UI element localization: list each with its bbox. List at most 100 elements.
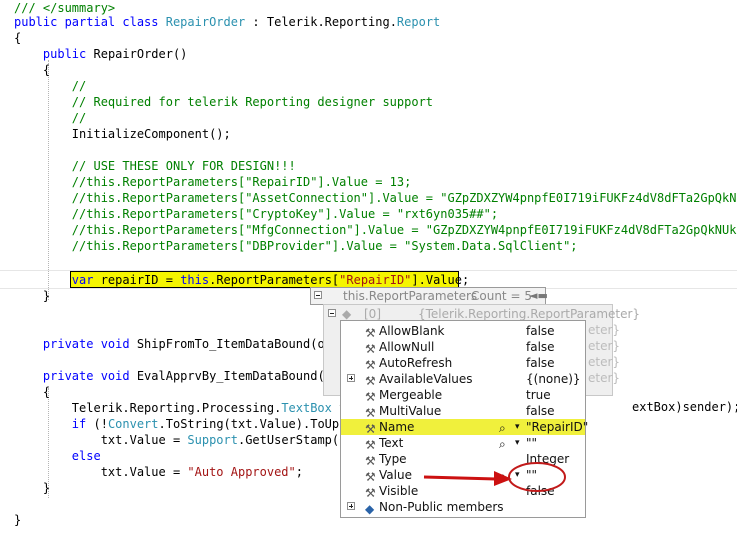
code-token: .ToString(txt.Value).ToUppe bbox=[158, 417, 354, 431]
code-token: { bbox=[14, 385, 51, 399]
code-line: Telerik.Reporting.Processing.TextBox txt bbox=[14, 400, 361, 416]
property-wrench-icon: ⚒ bbox=[365, 422, 376, 436]
code-token: /// </summary> bbox=[14, 1, 116, 15]
code-fragment-right: extBox)sender); bbox=[632, 400, 737, 414]
property-row[interactable]: ⚒ Name ⌕ ▾ "RepairID" bbox=[341, 419, 588, 436]
ghost-value: eter} bbox=[588, 339, 621, 353]
property-row[interactable]: ⚒ Text ⌕ ▾ "" bbox=[341, 435, 585, 452]
property-row[interactable]: ⚒ AllowBlank false bbox=[341, 323, 585, 340]
code-token: { bbox=[14, 63, 51, 77]
property-name: Non-Public members bbox=[379, 500, 504, 514]
collapse-icon[interactable] bbox=[314, 291, 322, 299]
code-line: { bbox=[14, 30, 21, 46]
property-wrench-icon: ⚒ bbox=[365, 486, 376, 500]
class-icon: ◆ bbox=[365, 502, 375, 516]
property-value[interactable]: false bbox=[526, 403, 555, 419]
property-row[interactable]: ⚒ AvailableValues {(none)} bbox=[341, 371, 585, 388]
datatip-header[interactable]: this.ReportParameters Count = 5 ◄▬ bbox=[310, 287, 548, 305]
code-token: else bbox=[71, 449, 101, 463]
code-line: private void ShipFromTo_ItemDataBound(ob bbox=[14, 336, 332, 352]
property-value[interactable]: false bbox=[526, 355, 555, 371]
code-line: // bbox=[14, 78, 86, 94]
expand-icon[interactable] bbox=[347, 374, 355, 382]
property-value[interactable]: false bbox=[526, 339, 555, 355]
datatip-expression: this.ReportParameters bbox=[343, 289, 478, 303]
code-token: // Required for telerik Reporting design… bbox=[71, 95, 434, 109]
property-wrench-icon: ⚒ bbox=[365, 326, 376, 340]
code-token: Report bbox=[396, 15, 441, 29]
code-token: } bbox=[14, 513, 22, 527]
magnifier-icon[interactable]: ⌕ bbox=[499, 436, 506, 452]
property-value[interactable]: "RepairID" bbox=[526, 419, 588, 435]
property-name: Value bbox=[379, 468, 412, 482]
code-token: //this.ReportParameters["DBProvider"].Va… bbox=[71, 239, 578, 253]
magnifier-icon[interactable]: ⌕ bbox=[499, 420, 506, 436]
code-token: repairID = bbox=[93, 273, 181, 287]
code-token: if bbox=[71, 417, 87, 431]
code-token: Support bbox=[187, 433, 238, 447]
property-row[interactable]: ⚒ AllowNull false bbox=[341, 339, 585, 356]
code-token: Telerik.Reporting.Processing. bbox=[14, 401, 282, 415]
ghost-value: eter} bbox=[588, 323, 621, 337]
code-line: } bbox=[14, 512, 21, 528]
code-line: public RepairOrder() bbox=[14, 46, 188, 62]
property-wrench-icon: ⚒ bbox=[365, 390, 376, 404]
code-token: ].Value; bbox=[411, 273, 470, 287]
property-wrench-icon: ⚒ bbox=[365, 342, 376, 356]
code-token: private void bbox=[42, 369, 130, 383]
code-line: txt.Value = Support.GetUserStamp(Co bbox=[14, 432, 354, 448]
code-token: //this.ReportParameters["AssetConnection… bbox=[71, 191, 737, 205]
code-token: this bbox=[180, 273, 210, 287]
code-line: // Required for telerik Reporting design… bbox=[14, 94, 433, 110]
red-arrow-line bbox=[423, 475, 497, 481]
code-token: ; bbox=[295, 465, 303, 479]
code-line: InitializeComponent(); bbox=[14, 126, 231, 142]
property-value[interactable]: "" bbox=[526, 435, 537, 451]
property-row[interactable]: ⚒ AutoRefresh false bbox=[341, 355, 585, 372]
property-value[interactable]: {(none)} bbox=[526, 371, 581, 387]
code-token: "RepairID" bbox=[339, 273, 412, 287]
code-token: "Auto Approved" bbox=[187, 465, 296, 479]
annotation-overlay bbox=[423, 462, 566, 492]
property-row[interactable]: ◆ Non-Public members bbox=[341, 499, 585, 516]
code-token: { bbox=[14, 31, 22, 45]
code-line: //this.ReportParameters["RepairID"].Valu… bbox=[14, 174, 412, 190]
code-token: // USE THESE ONLY FOR DESIGN!!! bbox=[71, 159, 296, 173]
code-token: .GetUserStamp(Co bbox=[237, 433, 354, 447]
code-token: //this.ReportParameters["CryptoKey"].Val… bbox=[71, 207, 499, 221]
property-wrench-icon: ⚒ bbox=[365, 454, 376, 468]
ghost-value: eter} bbox=[588, 355, 621, 369]
visualizer-dropdown-icon[interactable]: ▾ bbox=[515, 435, 520, 451]
property-wrench-icon: ⚒ bbox=[365, 374, 376, 388]
code-token: Convert bbox=[107, 417, 159, 431]
code-line: //this.ReportParameters["CryptoKey"].Val… bbox=[14, 206, 498, 222]
red-circle bbox=[508, 462, 566, 492]
collapse-icon[interactable] bbox=[328, 307, 336, 323]
code-token: (! bbox=[86, 417, 108, 431]
property-name: AvailableValues bbox=[379, 372, 473, 386]
code-line: //this.ReportParameters["AssetConnection… bbox=[14, 190, 737, 206]
code-line: // USE THESE ONLY FOR DESIGN!!! bbox=[14, 158, 296, 174]
property-value[interactable]: false bbox=[526, 323, 555, 339]
property-name: AutoRefresh bbox=[379, 356, 453, 370]
property-wrench-icon: ⚒ bbox=[365, 438, 376, 452]
code-line: } bbox=[14, 480, 50, 496]
pin-icon[interactable]: ◄▬ bbox=[529, 289, 548, 302]
property-name: Mergeable bbox=[379, 388, 443, 402]
property-wrench-icon: ⚒ bbox=[365, 406, 376, 420]
code-token: txt.Value = bbox=[14, 465, 188, 479]
property-value[interactable]: true bbox=[526, 387, 551, 403]
property-wrench-icon: ⚒ bbox=[365, 358, 376, 372]
property-name: Text bbox=[379, 436, 404, 450]
property-row[interactable]: ⚒ MultiValue false bbox=[341, 403, 585, 420]
property-row[interactable]: ⚒ Mergeable true bbox=[341, 387, 585, 404]
code-token: } bbox=[14, 481, 51, 495]
visualizer-dropdown-icon[interactable]: ▾ bbox=[515, 419, 520, 435]
expand-icon[interactable] bbox=[347, 502, 355, 510]
